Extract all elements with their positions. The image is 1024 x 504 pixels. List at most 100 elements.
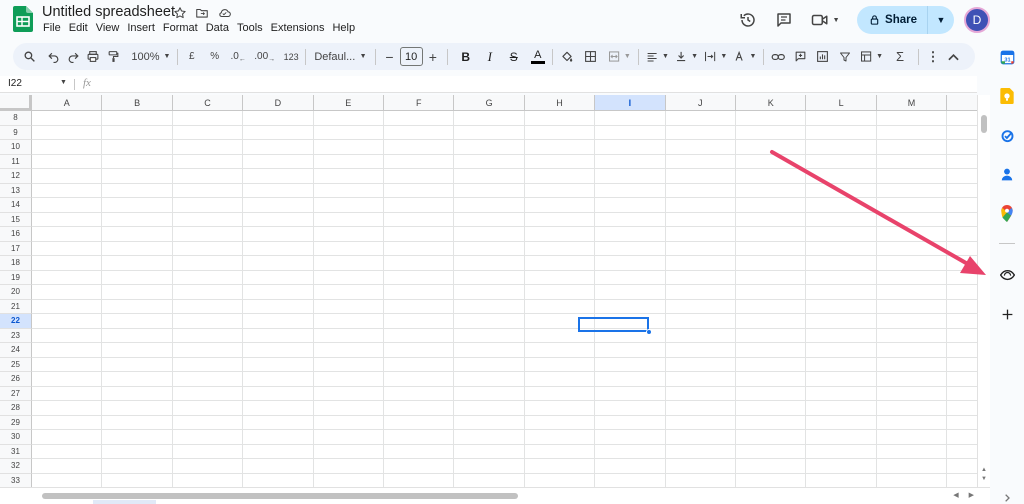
decrease-font-size-button[interactable]: − xyxy=(380,46,400,68)
redo-icon[interactable] xyxy=(63,46,83,68)
row-header-32[interactable]: 32 xyxy=(0,459,32,474)
column-header-b[interactable]: B xyxy=(102,95,173,111)
vertical-scrollbar[interactable]: ▲ ▼ xyxy=(977,95,990,487)
cloud-status-icon[interactable] xyxy=(216,5,232,21)
column-header-c[interactable]: C xyxy=(172,95,244,111)
strikethrough-button[interactable]: S xyxy=(504,46,524,68)
eye-addon-icon[interactable] xyxy=(997,265,1017,285)
fill-handle[interactable] xyxy=(646,329,652,335)
column-header-h[interactable]: H xyxy=(524,95,596,111)
column-header-a[interactable]: A xyxy=(32,95,103,111)
row-header-29[interactable]: 29 xyxy=(0,415,32,430)
row-header-24[interactable]: 24 xyxy=(0,343,32,358)
row-header-14[interactable]: 14 xyxy=(0,198,32,213)
insert-comment-icon[interactable] xyxy=(791,46,811,68)
column-header-j[interactable]: J xyxy=(665,95,736,111)
paint-format-icon[interactable] xyxy=(103,46,123,68)
text-wrapping-icon[interactable]: ▼ xyxy=(701,46,730,68)
row-header-25[interactable]: 25 xyxy=(0,357,32,372)
row-header-9[interactable]: 9 xyxy=(0,125,32,140)
row-header-12[interactable]: 12 xyxy=(0,169,32,184)
row-header-19[interactable]: 19 xyxy=(0,270,32,285)
search-menus-icon[interactable] xyxy=(19,46,39,68)
active-cell-i22[interactable] xyxy=(578,317,649,332)
decrease-decimal-button[interactable]: .0 ← xyxy=(228,46,249,68)
maps-icon[interactable] xyxy=(997,203,1017,223)
sheet-tab-strip[interactable] xyxy=(93,500,156,504)
avatar[interactable]: D xyxy=(964,7,990,33)
zoom-select[interactable]: 100% ▼ xyxy=(129,46,173,68)
menu-extensions[interactable]: Extensions xyxy=(271,22,330,34)
horizontal-scrollbar[interactable]: ◀ ▶ xyxy=(0,487,990,504)
insert-chart-icon[interactable] xyxy=(813,46,833,68)
menu-help[interactable]: Help xyxy=(332,22,360,34)
horizontal-align-icon[interactable]: ▼ xyxy=(643,46,672,68)
currency-format-button[interactable]: £ xyxy=(182,46,202,68)
menu-insert[interactable]: Insert xyxy=(127,22,160,34)
select-all-corner[interactable] xyxy=(0,95,32,111)
menu-format[interactable]: Format xyxy=(163,22,203,34)
fill-color-icon[interactable] xyxy=(557,46,577,68)
collapse-menus-chevron-icon[interactable] xyxy=(943,46,963,68)
text-rotation-icon[interactable]: ▼ xyxy=(730,46,759,68)
scroll-right-icon[interactable]: ▶ xyxy=(969,491,974,499)
star-icon[interactable] xyxy=(172,5,188,21)
print-icon[interactable] xyxy=(83,46,103,68)
filter-views-icon[interactable]: ▼ xyxy=(857,46,886,68)
borders-icon[interactable] xyxy=(581,46,601,68)
calendar-icon[interactable]: 31 xyxy=(997,47,1017,67)
scroll-left-icon[interactable]: ◀ xyxy=(953,491,958,499)
tasks-icon[interactable] xyxy=(997,125,1017,145)
meet-video-icon[interactable]: ▼ xyxy=(805,8,845,32)
move-folder-icon[interactable] xyxy=(194,5,210,21)
row-header-16[interactable]: 16 xyxy=(0,227,32,242)
column-header-i[interactable]: I xyxy=(595,95,666,111)
document-title[interactable]: Untitled spreadsheet xyxy=(42,4,175,20)
merge-cells-icon[interactable]: ▼ xyxy=(605,46,634,68)
row-header-31[interactable]: 31 xyxy=(0,444,32,459)
more-options-icon[interactable]: ⋮ xyxy=(923,46,943,68)
row-header-33[interactable]: 33 xyxy=(0,473,32,487)
row-header-17[interactable]: 17 xyxy=(0,241,32,256)
contacts-icon[interactable] xyxy=(997,164,1017,184)
column-header-l[interactable]: L xyxy=(806,95,877,111)
bold-button[interactable]: B xyxy=(456,46,476,68)
italic-button[interactable]: I xyxy=(480,46,500,68)
row-header-22[interactable]: 22 xyxy=(0,314,32,329)
row-header-18[interactable]: 18 xyxy=(0,256,32,271)
vertical-scroll-thumb[interactable] xyxy=(981,115,987,133)
column-header-m[interactable]: M xyxy=(876,95,948,111)
number-format-button[interactable]: 123 xyxy=(281,46,302,68)
row-header-15[interactable]: 15 xyxy=(0,212,32,227)
vertical-align-icon[interactable]: ▼ xyxy=(672,46,701,68)
column-header-f[interactable]: F xyxy=(384,95,455,111)
menu-tools[interactable]: Tools xyxy=(237,22,268,34)
functions-button[interactable]: Σ xyxy=(890,46,910,68)
row-header-26[interactable]: 26 xyxy=(0,372,32,387)
add-addon-icon[interactable] xyxy=(997,304,1017,324)
insert-link-icon[interactable] xyxy=(768,46,789,68)
scroll-down-icon[interactable]: ▼ xyxy=(981,476,987,482)
share-dropdown-chevron-icon[interactable]: ▼ xyxy=(928,6,954,34)
font-family-select[interactable]: Defaul... ▼ xyxy=(310,46,370,68)
row-header-27[interactable]: 27 xyxy=(0,386,32,401)
horizontal-scroll-thumb[interactable] xyxy=(42,493,518,499)
font-size-input[interactable]: 10 xyxy=(399,47,423,66)
increase-font-size-button[interactable]: + xyxy=(423,46,443,68)
menu-edit[interactable]: Edit xyxy=(69,22,93,34)
row-header-13[interactable]: 13 xyxy=(0,183,32,198)
percent-format-button[interactable]: % xyxy=(205,46,225,68)
row-header-20[interactable]: 20 xyxy=(0,285,32,300)
menu-file[interactable]: File xyxy=(43,22,66,34)
column-header-d[interactable]: D xyxy=(243,95,314,111)
scroll-up-icon[interactable]: ▲ xyxy=(981,467,987,473)
column-header-k[interactable]: K xyxy=(736,95,807,111)
row-header-23[interactable]: 23 xyxy=(0,328,32,343)
version-history-icon[interactable] xyxy=(733,8,763,32)
increase-decimal-button[interactable]: .00 → xyxy=(252,46,278,68)
column-header-n[interactable]: N xyxy=(947,95,977,111)
spreadsheet-grid[interactable]: ABCDEFGHIJKLMN 89101112131415161718192021… xyxy=(0,95,977,487)
column-header-g[interactable]: G xyxy=(454,95,525,111)
share-button[interactable]: Share xyxy=(857,6,928,34)
row-header-11[interactable]: 11 xyxy=(0,154,32,169)
